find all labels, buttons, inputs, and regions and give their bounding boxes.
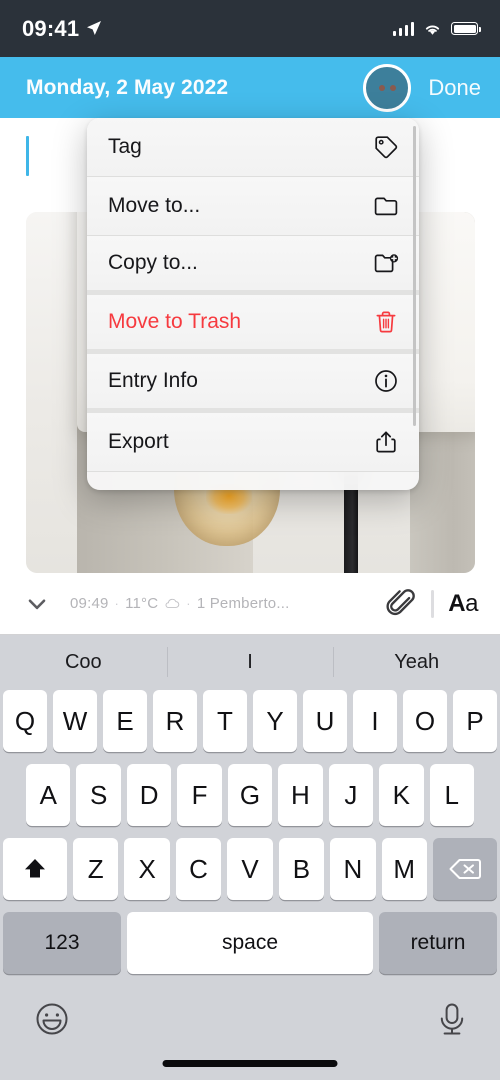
key-w[interactable]: W	[53, 690, 97, 752]
key-g[interactable]: G	[227, 764, 273, 826]
entry-meta-toolbar: 09:49 · 11°C · 1 Pemberto... Aa	[0, 573, 500, 635]
key-r[interactable]: R	[153, 690, 197, 752]
menu-item-label: Entry Info	[108, 369, 198, 392]
key-h[interactable]: H	[278, 764, 323, 826]
menu-item-label: Move to...	[108, 194, 201, 217]
folder-plus-icon	[374, 254, 399, 273]
tag-icon	[375, 136, 398, 159]
key-p[interactable]: P	[453, 690, 497, 752]
key-n[interactable]: N	[330, 838, 376, 900]
menu-item-move-to-trash[interactable]: Move to Trash	[87, 295, 419, 354]
key-z[interactable]: Z	[73, 838, 119, 900]
key-t[interactable]: T	[203, 690, 247, 752]
shift-up-arrow-icon	[25, 859, 46, 878]
numbers-key[interactable]: 123	[3, 912, 121, 974]
cellular-signal-icon	[392, 21, 414, 36]
key-j[interactable]: J	[328, 764, 374, 826]
predictive-suggestion-bar: Coo I Yeah	[0, 635, 500, 690]
home-indicator	[162, 1060, 338, 1067]
folder-icon	[374, 197, 398, 216]
key-o[interactable]: O	[403, 690, 447, 752]
key-e[interactable]: E	[103, 690, 147, 752]
meta-separator: ·	[186, 596, 191, 611]
key-q[interactable]: Q	[3, 690, 47, 752]
battery-full-icon	[451, 22, 481, 35]
done-button[interactable]: Done	[428, 75, 481, 101]
navigation-bar: Monday, 2 May 2022 Done	[0, 57, 500, 118]
toolbar-divider	[431, 589, 435, 618]
paperclip-icon[interactable]	[385, 588, 417, 620]
entry-metadata[interactable]: 09:49 · 11°C · 1 Pemberto...	[66, 595, 371, 612]
key-k[interactable]: K	[379, 764, 424, 826]
key-f[interactable]: F	[177, 764, 222, 826]
menu-scrollbar[interactable]	[413, 126, 416, 426]
keyboard-row-1: Q W E R T Y U I O P	[3, 690, 497, 752]
key-b[interactable]: B	[278, 838, 325, 900]
more-options-button[interactable]	[363, 63, 412, 112]
key-d[interactable]: D	[126, 764, 172, 826]
chevron-down-icon[interactable]	[22, 589, 52, 619]
format-label-small: a	[465, 589, 478, 617]
key-l[interactable]: L	[429, 764, 474, 826]
suggestion-item[interactable]: Coo	[0, 635, 167, 690]
keyboard-row-2: A S D F G H J K L	[3, 764, 497, 826]
menu-item-copy-to[interactable]: Copy to...	[87, 236, 419, 295]
suggestion-item[interactable]: Yeah	[333, 635, 500, 690]
key-y[interactable]: Y	[253, 690, 297, 752]
key-c[interactable]: C	[175, 838, 222, 900]
menu-item-tag[interactable]: Tag	[87, 118, 419, 177]
space-key[interactable]: space	[127, 912, 373, 974]
keyboard-row-3: Z X C V B N M	[3, 838, 497, 900]
trash-icon	[376, 311, 396, 333]
share-export-icon	[376, 431, 396, 453]
key-v[interactable]: V	[227, 838, 273, 900]
menu-item-label: Copy to...	[108, 251, 198, 274]
on-screen-keyboard[interactable]: Coo I Yeah Q W E R T Y U I O P A S D F G…	[0, 635, 500, 1080]
backspace-delete-icon	[449, 859, 481, 879]
suggestion-item[interactable]: I	[166, 635, 334, 690]
delete-key[interactable]	[432, 838, 497, 900]
status-bar-right	[392, 21, 481, 36]
key-a[interactable]: A	[26, 764, 71, 826]
meta-time: 09:49	[70, 595, 109, 612]
page-title: Monday, 2 May 2022	[26, 75, 229, 99]
emoji-smiley-icon[interactable]	[32, 999, 72, 1039]
context-action-menu[interactable]: Tag Move to... Copy to... Move to Trash …	[87, 118, 419, 490]
key-s[interactable]: S	[76, 764, 121, 826]
menu-item-label: Move to Trash	[108, 310, 242, 333]
keyboard-row-4: 123 space return	[3, 912, 497, 974]
text-cursor	[26, 136, 29, 176]
key-u[interactable]: U	[303, 690, 347, 752]
meta-separator: ·	[114, 596, 120, 611]
status-bar: 09:41	[0, 0, 500, 57]
return-key[interactable]: return	[379, 912, 497, 974]
meta-location: 1 Pemberto...	[196, 595, 290, 612]
info-circle-icon	[375, 370, 397, 392]
shift-key[interactable]	[3, 838, 68, 900]
format-label-bold: A	[448, 589, 466, 617]
navigation-bar-actions: Done	[363, 63, 481, 112]
menu-item-export[interactable]: Export	[87, 413, 419, 472]
menu-item-move-to[interactable]: Move to...	[87, 177, 419, 236]
status-time: 09:41	[22, 15, 80, 41]
key-m[interactable]: M	[381, 838, 427, 900]
location-arrow-icon	[87, 20, 102, 35]
status-bar-left: 09:41	[22, 16, 102, 42]
cloud-icon	[165, 598, 180, 608]
key-x[interactable]: X	[124, 838, 170, 900]
wifi-icon	[425, 24, 440, 35]
menu-item-label: Export	[108, 430, 169, 453]
key-i[interactable]: I	[353, 690, 397, 752]
menu-item-label: Tag	[108, 135, 142, 158]
menu-item-entry-info[interactable]: Entry Info	[87, 354, 419, 413]
meta-temperature: 11°C	[125, 595, 159, 612]
keyboard-rows: Q W E R T Y U I O P A S D F G H J K L Z …	[0, 690, 500, 974]
text-format-button[interactable]: Aa	[448, 590, 482, 618]
microphone-icon[interactable]	[432, 999, 472, 1039]
